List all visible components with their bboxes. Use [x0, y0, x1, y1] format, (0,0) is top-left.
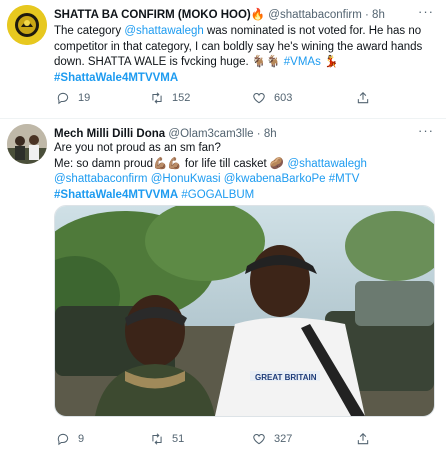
- tweet-text: Are you not proud as an sm fan? Me: so d…: [54, 141, 436, 203]
- mention-link[interactable]: @HonuKwasi: [151, 173, 221, 185]
- share-icon: [357, 433, 369, 445]
- avatar-logo-icon: [7, 5, 47, 45]
- reply-button[interactable]: 19: [56, 91, 90, 105]
- action-bar: 19 152 603: [54, 91, 434, 107]
- timestamp[interactable]: 8h: [372, 9, 385, 21]
- retweet-icon: [152, 92, 162, 104]
- mention-link[interactable]: @shattawalegh: [287, 158, 366, 170]
- share-button[interactable]: [356, 91, 378, 105]
- hashtag-link[interactable]: #ShattaWale4MTVVMA: [54, 189, 178, 201]
- separator: ·: [365, 9, 369, 21]
- display-name[interactable]: SHATTA BA CONFIRM (MOKO HOO): [54, 9, 251, 21]
- retweet-button[interactable]: 51: [150, 432, 184, 446]
- tweet-card[interactable]: Mech Milli Dilli Dona @Olam3cam3lle · 8h…: [0, 119, 446, 458]
- timestamp[interactable]: 8h: [264, 128, 277, 140]
- dancer-emoji: 💃: [320, 56, 339, 68]
- tweet-photo[interactable]: GREAT BRITAIN: [54, 205, 435, 417]
- tweet-text-part: Me: so damn proud💪🏽💪🏽 for life till cask…: [54, 157, 288, 170]
- tweet-text: The category @shattawalegh was nominated…: [54, 24, 436, 86]
- separator: ·: [256, 128, 261, 140]
- handle[interactable]: @shattabaconfirm: [268, 9, 362, 21]
- retweet-icon: [152, 433, 162, 445]
- avatar[interactable]: [7, 124, 47, 164]
- tweet-header: Mech Milli Dilli Dona @Olam3cam3lle · 8h: [54, 127, 277, 141]
- shirt-print-text: GREAT BRITAIN: [255, 373, 317, 382]
- mention-link[interactable]: @shattabaconfirm: [54, 173, 148, 185]
- reply-count: 9: [78, 433, 85, 445]
- action-bar: 9 51 327: [54, 432, 434, 448]
- fire-emoji: 🔥: [250, 9, 266, 21]
- retweet-count: 51: [172, 433, 185, 445]
- mention-link[interactable]: @kwabenaBarkoPe: [224, 173, 326, 185]
- like-button[interactable]: 603: [252, 91, 292, 105]
- reply-icon: [57, 433, 69, 446]
- tweet-card[interactable]: SHATTA BA CONFIRM (MOKO HOO)🔥 @shattabac…: [0, 0, 446, 119]
- hashtag-link[interactable]: #VMAs: [284, 56, 321, 68]
- heart-icon: [253, 93, 265, 104]
- reply-count: 19: [78, 92, 91, 104]
- like-button[interactable]: 327: [252, 432, 292, 446]
- more-options-icon[interactable]: ···: [418, 123, 434, 138]
- tweet-text-part: Are you not proud as an sm fan?: [54, 142, 221, 154]
- reply-button[interactable]: 9: [56, 432, 84, 446]
- tweet-header: SHATTA BA CONFIRM (MOKO HOO)🔥 @shattabac…: [54, 8, 385, 22]
- reply-icon: [57, 92, 69, 105]
- display-name[interactable]: Mech Milli Dilli Dona: [54, 128, 165, 140]
- hashtag-link[interactable]: #GOGALBUM: [181, 189, 254, 201]
- retweet-count: 152: [172, 92, 191, 104]
- more-options-icon[interactable]: ···: [418, 4, 434, 19]
- handle[interactable]: @Olam3cam3lle: [168, 128, 253, 140]
- like-count: 603: [274, 92, 293, 104]
- photo-image: GREAT BRITAIN: [55, 206, 434, 416]
- mention-link[interactable]: @shattawalegh: [124, 25, 203, 37]
- hashtag-link[interactable]: #ShattaWale4MTVVMA: [54, 72, 178, 84]
- avatar[interactable]: [7, 5, 47, 45]
- like-count: 327: [274, 433, 293, 445]
- share-icon: [357, 92, 369, 104]
- retweet-button[interactable]: 152: [150, 91, 190, 105]
- hashtag-link[interactable]: #MTV: [329, 173, 360, 185]
- share-button[interactable]: [356, 432, 378, 446]
- heart-icon: [253, 434, 265, 445]
- tweet-text-part: The category: [54, 25, 125, 37]
- avatar-photo-icon: [7, 124, 47, 164]
